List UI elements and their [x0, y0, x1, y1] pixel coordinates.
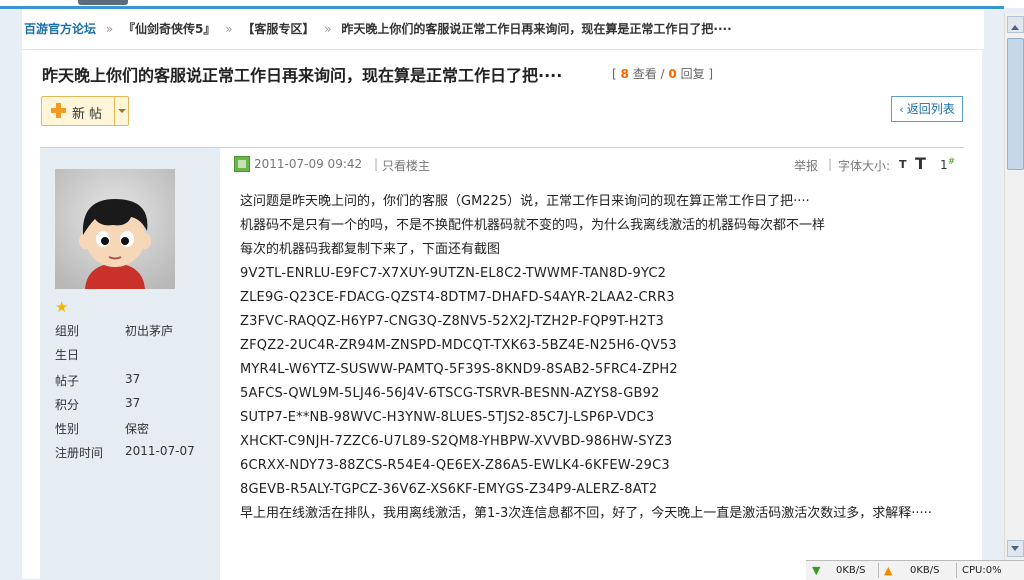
author-field-label: 生日 [55, 348, 80, 362]
breadcrumb: 百游官方论坛 » 『仙剑奇侠传5』 » 【客服专区】 » 昨天晚上你们的客服说正… [22, 9, 984, 49]
post-ending: 早上用在线激活在排队，我用离线激活，第1-3次连信息都不回，好了，今天晚上一直是… [240, 506, 932, 521]
author-field-label: 注册时间 [55, 446, 104, 460]
activation-code: 6CRXX-NDY73-88ZCS-R54E4-QE6EX-Z86A5-EWLK… [240, 458, 670, 473]
only-op-link[interactable]: 只看楼主 [382, 157, 430, 174]
header-separator: | [374, 157, 379, 171]
post-header: 2011-07-09 09:42 | 只看楼主 举报 | 字体大小: T T 1… [234, 154, 955, 176]
thread-stats: [ 8 查看 / 0 回复 ] [612, 67, 714, 81]
browser-top-strip [0, 0, 1024, 9]
avatar[interactable] [55, 169, 175, 289]
author-field-row: 积分 37 [55, 396, 215, 416]
views-label: 查看 [632, 67, 657, 81]
post-container: ★ 组别 初出茅庐 生日 帖子 37 积分 37 性别 保密 注册时间 2011… [40, 147, 964, 580]
post-main: 2011-07-09 09:42 | 只看楼主 举报 | 字体大小: T T 1… [220, 148, 964, 580]
breadcrumb-item-thread[interactable]: 昨天晚上你们的客服说正常工作日再来询问，现在算是正常工作日了把···· [341, 22, 731, 36]
scrollbar-thumb[interactable] [1007, 38, 1024, 170]
author-field-value: 初出茅庐 [125, 324, 174, 338]
activation-code: SUTP7-E**NB-98WVC-H3YNW-8LUES-5TJS2-85C7… [240, 410, 655, 425]
thread-title-bar: 昨天晚上你们的客服说正常工作日再来询问，现在算是正常工作日了把···· [ 8 … [22, 49, 982, 96]
font-large-button[interactable]: T [915, 154, 926, 173]
post-date: 2011-07-09 09:42 [254, 157, 363, 171]
activation-code: Z3FVC-RAQQZ-H6YP7-CNG3Q-Z8NV5-52X2J-TZH2… [240, 314, 664, 329]
status-divider [956, 563, 957, 578]
author-field-value: 2011-07-07 [125, 444, 195, 458]
back-to-list-label: 返回列表 [906, 102, 955, 116]
author-field-row: 性别 保密 [55, 420, 215, 440]
plus-icon [51, 103, 66, 118]
replies-label: 回复 [680, 67, 705, 81]
author-field-value: 保密 [125, 422, 150, 436]
new-post-label: 新帖 [72, 107, 107, 122]
new-post-button[interactable]: 新帖 [41, 96, 129, 126]
activation-code: 5AFCS-QWL9M-5LJ46-56J4V-6TSCG-TSRVR-BESN… [240, 386, 660, 401]
floor-hash: # [947, 157, 956, 167]
forum-content: 百游官方论坛 » 『仙剑奇侠传5』 » 【客服专区】 » 昨天晚上你们的客服说正… [22, 9, 984, 580]
breadcrumb-home-link[interactable]: 百游官方论坛 [24, 22, 96, 36]
author-field-value: 37 [125, 372, 141, 386]
breadcrumb-separator: » [324, 22, 332, 36]
upload-arrow-icon: ▲ [884, 564, 893, 577]
download-arrow-icon: ▼ [812, 564, 821, 577]
scroll-up-icon[interactable] [1007, 16, 1024, 33]
new-post-dropdown[interactable] [114, 97, 128, 125]
breadcrumb-item-section[interactable]: 【客服专区】 [242, 22, 314, 36]
post-line: 这问题是昨天晚上问的，你们的客服（GM225）说，正常工作日来询问的现在算正常工… [240, 194, 810, 209]
online-status-icon [234, 156, 250, 172]
header-logo-fragment [78, 0, 128, 5]
scroll-down-icon[interactable] [1007, 540, 1024, 557]
activation-code: ZFQZ2-2UC4R-ZR94M-ZNSPD-MDCQT-TXK63-5BZ4… [240, 338, 677, 353]
breadcrumb-separator: » [225, 22, 233, 36]
replies-count: 0 [668, 67, 677, 81]
author-field-row: 生日 [55, 346, 215, 366]
post-line: 机器码不是只有一个的吗，不是不换配件机器码就不变的吗，为什么我离线激活的机器码每… [240, 218, 826, 233]
author-sidebar: ★ 组别 初出茅庐 生日 帖子 37 积分 37 性别 保密 注册时间 2011… [40, 148, 220, 580]
status-divider [878, 563, 879, 578]
author-field-label: 性别 [55, 422, 80, 436]
status-bar: ▼ 0KB/S ▲ 0KB/S CPU:0% [806, 560, 1024, 580]
author-field-row: 组别 初出茅庐 [55, 322, 215, 342]
vertical-scrollbar[interactable] [1004, 13, 1024, 560]
author-field-value: 37 [125, 396, 141, 410]
cpu-usage: CPU:0% [962, 565, 1002, 576]
breadcrumb-separator: » [105, 22, 114, 36]
upload-speed: 0KB/S [910, 565, 940, 576]
floor-number[interactable]: 1# [940, 157, 955, 172]
back-to-list-button[interactable]: ‹ 返回列表 [891, 96, 963, 122]
post-body: 这问题是昨天晚上问的，你们的客服（GM225）说，正常工作日来询问的现在算正常工… [240, 190, 956, 526]
floor-number-value: 1 [940, 158, 948, 172]
author-field-label: 组别 [55, 324, 80, 338]
post-line: 每次的机器码我都复制下来了，下面还有截图 [240, 242, 501, 257]
download-speed: 0KB/S [836, 565, 866, 576]
chevron-left-icon: ‹ [899, 103, 904, 116]
author-field-row: 注册时间 2011-07-07 [55, 444, 215, 464]
thread-title: 昨天晚上你们的客服说正常工作日再来询问，现在算是正常工作日了把···· [42, 66, 563, 85]
author-field-label: 积分 [55, 398, 80, 412]
header-separator: | [828, 157, 833, 171]
star-icon: ★ [55, 298, 69, 316]
views-count: 8 [620, 67, 629, 81]
activation-code: ZLE9G-Q23CE-FDACG-QZST4-8DTM7-DHAFD-S4AY… [240, 290, 675, 305]
author-field-label: 帖子 [55, 374, 80, 388]
font-small-button[interactable]: T [899, 158, 907, 171]
font-size-label: 字体大小: [838, 159, 891, 173]
activation-code: MYR4L-W6YTZ-SUSWW-PAMTQ-5F39S-8KND9-8SAB… [240, 362, 678, 377]
activation-code: XHCKT-C9NJH-7ZZC6-U7L89-S2QM8-YHBPW-XVVB… [240, 434, 673, 449]
report-link[interactable]: 举报 [794, 157, 818, 174]
breadcrumb-item-forum[interactable]: 『仙剑奇侠传5』 [123, 22, 215, 36]
author-field-row: 帖子 37 [55, 372, 215, 392]
activation-code: 9V2TL-ENRLU-E9FC7-X7XUY-9UTZN-EL8C2-TWWM… [240, 266, 667, 281]
activation-code: 8GEVB-R5ALY-TGPCZ-36V6Z-XS6KF-EMYGS-Z34P… [240, 482, 658, 497]
